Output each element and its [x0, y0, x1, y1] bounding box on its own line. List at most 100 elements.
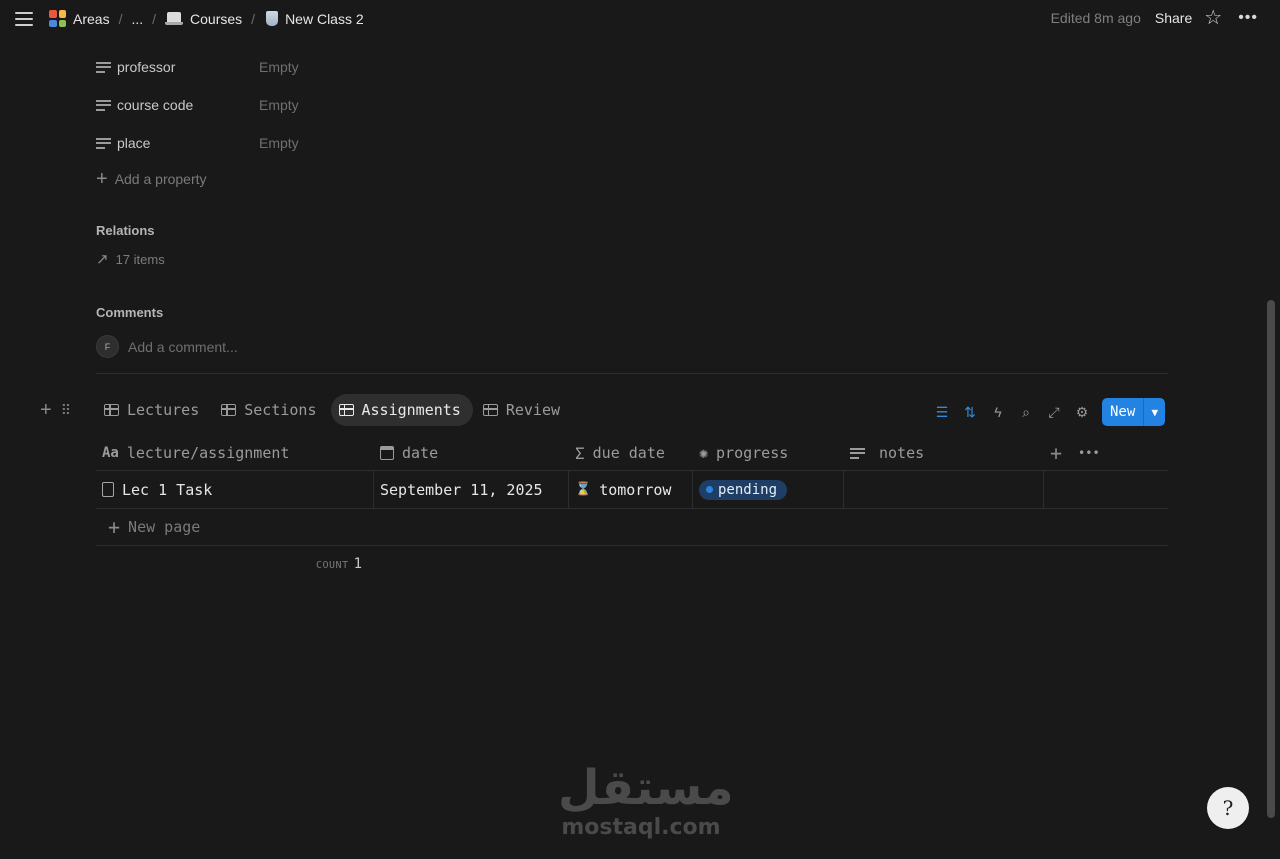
tab-lectures[interactable]: Lectures	[96, 394, 211, 426]
more-options-icon[interactable]: •••	[1238, 10, 1258, 26]
breadcrumb-separator: /	[152, 10, 157, 27]
laptop-icon	[165, 12, 184, 25]
column-label: progress	[716, 444, 789, 462]
cell-notes[interactable]	[844, 471, 1044, 508]
property-place[interactable]: place Empty	[96, 133, 299, 153]
add-property-label: Add a property	[114, 171, 207, 187]
relations-title: Relations	[96, 223, 155, 238]
status-badge: pending	[699, 479, 788, 500]
text-type-icon: Aa	[102, 445, 119, 461]
expand-icon[interactable]: ⤢	[1040, 398, 1068, 426]
page-icon	[102, 482, 114, 497]
tab-label: Review	[505, 401, 561, 419]
add-column-icon[interactable]: +	[1050, 443, 1062, 463]
plus-icon: +	[96, 168, 108, 190]
plus-icon: +	[108, 515, 121, 539]
cell-empty	[1044, 471, 1168, 508]
cup-icon	[266, 11, 279, 26]
block-handles: + ⠿	[40, 400, 71, 420]
tab-review[interactable]: Review	[475, 394, 572, 426]
status-label: pending	[718, 481, 778, 498]
property-name: place	[117, 135, 151, 151]
hourglass-icon: ⌛	[575, 482, 592, 497]
table-icon	[482, 404, 498, 416]
tab-sections[interactable]: Sections	[213, 394, 328, 426]
property-value[interactable]: Empty	[259, 97, 299, 113]
breadcrumb-label: ...	[131, 10, 144, 27]
new-page-row[interactable]: + New page	[96, 509, 1168, 546]
property-professor[interactable]: professor Empty	[96, 57, 299, 77]
breadcrumb-label: Areas	[73, 10, 110, 27]
comment-input[interactable]: Add a comment...	[128, 339, 238, 355]
share-button[interactable]: Share	[1155, 10, 1192, 26]
column-header-notes[interactable]: notes	[844, 436, 1044, 470]
breadcrumb-new-class[interactable]: New Class 2	[264, 11, 364, 27]
arrow-up-right-icon: ↗	[96, 251, 109, 268]
breadcrumb-ellipsis[interactable]: ...	[131, 11, 143, 27]
help-button[interactable]: ?	[1207, 787, 1249, 829]
star-icon[interactable]: ☆	[1204, 8, 1222, 28]
count-summary[interactable]: COUNT 1	[316, 556, 362, 572]
tab-label: Sections	[244, 401, 317, 419]
assignments-table: Aa lecture/assignment date Σ due date ✺ …	[96, 436, 1168, 546]
relations-count[interactable]: ↗ 17 items	[96, 250, 165, 268]
filter-icon[interactable]: ☰	[928, 398, 956, 426]
breadcrumb-separator: /	[118, 10, 123, 27]
column-header-progress[interactable]: ✺ progress	[693, 436, 844, 470]
property-value[interactable]: Empty	[259, 59, 299, 75]
chevron-down-icon[interactable]: ▼	[1143, 398, 1165, 426]
property-course-code[interactable]: course code Empty	[96, 95, 299, 115]
property-value[interactable]: Empty	[259, 135, 299, 151]
row-date: September 11, 2025	[380, 480, 543, 499]
automation-bolt-icon[interactable]: ϟ	[984, 398, 1012, 426]
column-label: notes	[879, 444, 925, 462]
add-property-button[interactable]: + Add a property	[96, 168, 207, 190]
count-label: COUNT	[316, 560, 349, 571]
breadcrumb-label: Courses	[190, 10, 243, 27]
cell-due-date[interactable]: ⌛ tomorrow	[569, 471, 693, 508]
comments-title: Comments	[96, 305, 164, 320]
breadcrumb-separator: /	[251, 10, 256, 27]
column-header-date[interactable]: date	[374, 436, 569, 470]
table-icon	[104, 404, 119, 416]
row-title[interactable]: Lec 1 Task	[122, 481, 212, 499]
drag-handle-icon[interactable]: ⠿	[61, 403, 71, 417]
cell-title[interactable]: Lec 1 Task	[96, 471, 374, 508]
text-property-icon	[96, 99, 111, 111]
column-header-due-date[interactable]: Σ due date	[569, 436, 693, 470]
plus-icon[interactable]: +	[40, 400, 52, 420]
cell-progress[interactable]: pending	[693, 471, 844, 508]
menu-icon[interactable]	[14, 10, 34, 28]
breadcrumb-areas[interactable]: Areas	[49, 10, 110, 27]
watermark-logo: مستقل mostaql.com	[558, 760, 734, 846]
table-icon	[338, 404, 354, 416]
breadcrumb-courses[interactable]: Courses	[165, 11, 242, 27]
new-button-label[interactable]: New	[1102, 398, 1143, 426]
scrollbar[interactable]	[1267, 300, 1275, 818]
watermark-latin: mostaql.com	[561, 815, 721, 840]
count-value: 1	[353, 556, 363, 572]
column-actions: + •••	[1044, 436, 1168, 470]
view-toolbar: ☰ ⇅ ϟ ⌕ ⤢ ⚙ New ▼	[928, 398, 1166, 426]
avatar: F	[96, 335, 119, 358]
status-icon: ✺	[699, 444, 709, 462]
edited-status: Edited 8m ago	[1050, 10, 1141, 26]
comment-input-row[interactable]: F Add a comment...	[96, 335, 238, 358]
formula-sigma-icon: Σ	[575, 443, 585, 463]
tab-assignments[interactable]: Assignments	[330, 394, 473, 426]
tab-label: Assignments	[361, 401, 461, 419]
sort-icon[interactable]: ⇅	[956, 398, 984, 426]
top-bar: Areas / ... / Courses / New Class 2 Edit…	[0, 0, 1280, 38]
cell-date[interactable]: September 11, 2025	[374, 471, 569, 508]
column-header-title[interactable]: Aa lecture/assignment	[96, 436, 374, 470]
column-label: date	[402, 444, 439, 462]
search-icon[interactable]: ⌕	[1012, 398, 1040, 426]
table-row[interactable]: Lec 1 Task September 11, 2025 ⌛ tomorrow…	[96, 471, 1168, 509]
new-page-label: New page	[128, 518, 201, 536]
new-button[interactable]: New ▼	[1102, 398, 1166, 426]
watermark-arabic: مستقل	[558, 760, 734, 816]
settings-sliders-icon[interactable]: ⚙	[1068, 398, 1096, 426]
text-property-icon	[96, 137, 111, 149]
table-header: Aa lecture/assignment date Σ due date ✺ …	[96, 436, 1168, 471]
more-options-icon[interactable]: •••	[1078, 446, 1100, 460]
